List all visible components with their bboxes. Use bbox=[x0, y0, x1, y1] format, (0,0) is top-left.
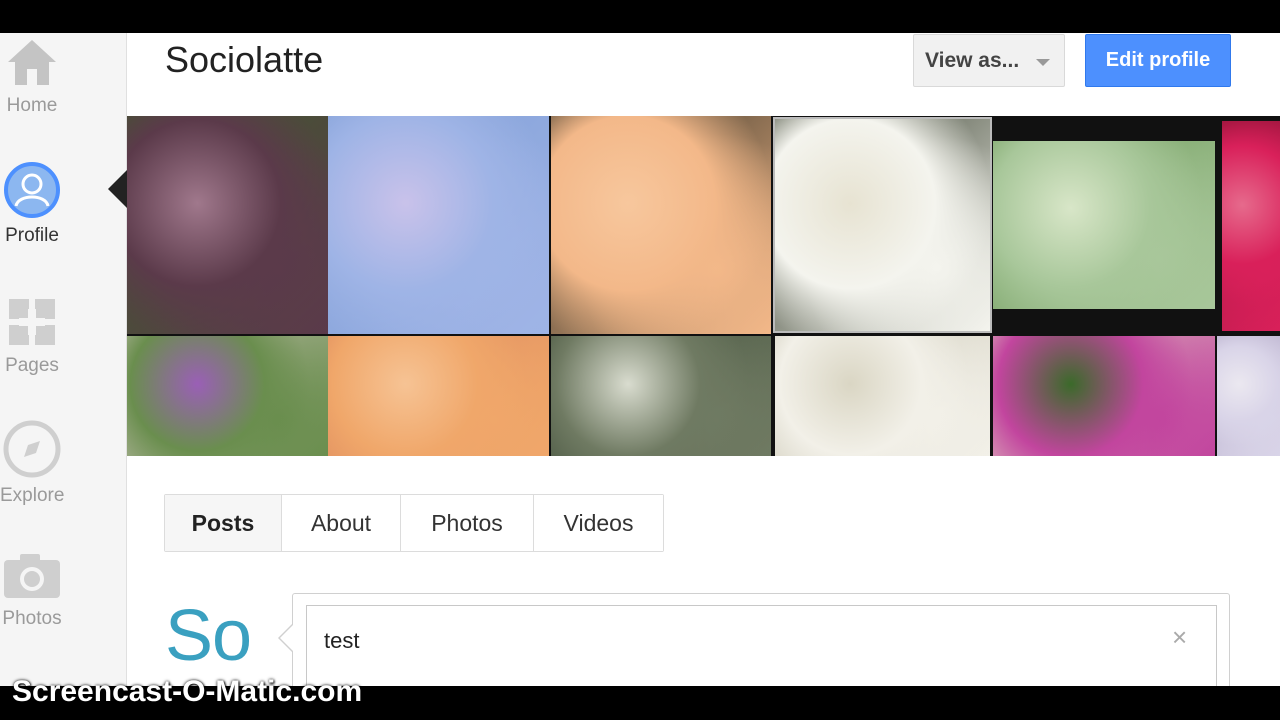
nav-label-pages: Pages bbox=[5, 355, 59, 376]
pink-flower-photo[interactable] bbox=[1222, 121, 1280, 331]
tab-about[interactable]: About bbox=[282, 495, 401, 551]
nav-item-explore[interactable]: Explore bbox=[0, 419, 64, 507]
browser-viewport: Home Profile Pages Explore Photos Sociol… bbox=[0, 33, 1280, 686]
daylily-photo[interactable] bbox=[551, 116, 771, 334]
pale-flower-photo[interactable] bbox=[1217, 336, 1280, 456]
purple-flowers-photo[interactable] bbox=[127, 336, 328, 456]
profile-icon bbox=[4, 162, 60, 218]
nav-item-photos[interactable]: Photos bbox=[0, 550, 64, 630]
camera-icon bbox=[4, 554, 60, 598]
nav-label-home: Home bbox=[6, 95, 58, 116]
nav-label-photos: Photos bbox=[2, 608, 62, 629]
avatar: So bbox=[165, 596, 252, 676]
left-navigation: Home Profile Pages Explore Photos bbox=[0, 33, 127, 686]
tab-videos[interactable]: Videos bbox=[534, 495, 663, 551]
screencast-watermark: Screencast-O-Matic.com bbox=[12, 675, 363, 708]
zinnia-butterfly-photo[interactable] bbox=[993, 336, 1215, 456]
profile-tabs: Posts About Photos Videos bbox=[164, 494, 664, 552]
page-title: Sociolatte bbox=[165, 39, 324, 80]
nav-item-pages[interactable]: Pages bbox=[0, 295, 64, 377]
view-as-label: View as... bbox=[925, 49, 1020, 72]
frangipani-photo[interactable] bbox=[993, 141, 1215, 309]
nav-label-profile: Profile bbox=[5, 225, 59, 246]
pages-icon bbox=[9, 299, 55, 345]
lupine-flowers-photo[interactable] bbox=[127, 116, 328, 334]
post-box-pointer-inner bbox=[280, 624, 294, 652]
nav-item-profile[interactable]: Profile bbox=[0, 161, 64, 247]
post-input[interactable]: test bbox=[306, 605, 1217, 686]
cover-photo-mosaic[interactable] bbox=[127, 116, 1280, 456]
edit-profile-button[interactable]: Edit profile bbox=[1085, 34, 1231, 87]
hydrangea-photo[interactable] bbox=[328, 116, 549, 334]
compass-icon bbox=[3, 420, 61, 478]
tab-posts[interactable]: Posts bbox=[165, 495, 282, 551]
garden-plants-photo[interactable] bbox=[551, 336, 771, 456]
white-blossom-photo[interactable] bbox=[775, 336, 990, 456]
nav-label-explore: Explore bbox=[0, 485, 65, 506]
view-as-dropdown[interactable]: View as... bbox=[913, 34, 1065, 87]
tab-photos[interactable]: Photos bbox=[401, 495, 534, 551]
active-nav-pointer bbox=[108, 169, 128, 209]
nav-item-home[interactable]: Home bbox=[0, 35, 64, 117]
chevron-down-icon bbox=[1036, 59, 1050, 66]
peach-rose-photo[interactable] bbox=[328, 336, 549, 456]
white-orchid-photo[interactable] bbox=[773, 117, 992, 333]
close-icon[interactable]: × bbox=[1172, 624, 1187, 650]
home-icon bbox=[8, 40, 56, 85]
